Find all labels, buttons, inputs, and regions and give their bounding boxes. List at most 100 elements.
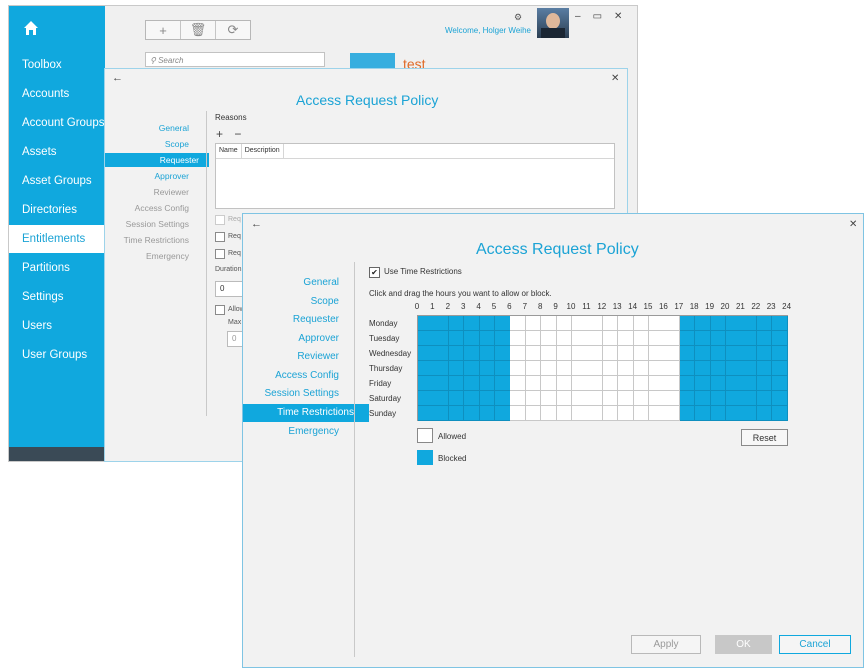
hour-cell-wednesday-8[interactable] [541, 346, 557, 361]
hour-cell-wednesday-2[interactable] [448, 346, 465, 361]
hour-cell-monday-16[interactable] [664, 316, 681, 331]
sidebar-item-general[interactable]: General [105, 121, 189, 135]
hour-cell-friday-2[interactable] [448, 376, 465, 391]
hour-cell-thursday-8[interactable] [541, 361, 557, 376]
hour-cell-friday-19[interactable] [710, 376, 727, 391]
hour-cell-saturday-10[interactable] [572, 391, 588, 406]
require-checkbox-3[interactable] [215, 249, 225, 259]
sidebar-item-requester[interactable]: Requester [243, 311, 339, 329]
sidebar-item-session-settings[interactable]: Session Settings [243, 385, 340, 403]
close-icon[interactable]: ✕ [611, 73, 619, 84]
nav-item-assets[interactable]: Assets [9, 138, 105, 166]
hour-cell-saturday-14[interactable] [633, 391, 650, 406]
avatar[interactable] [537, 8, 569, 38]
hour-cell-wednesday-19[interactable] [710, 346, 727, 361]
hour-cell-wednesday-18[interactable] [695, 346, 711, 361]
nav-item-toolbox[interactable]: Toolbox [9, 51, 105, 79]
hour-cell-saturday-13[interactable] [618, 391, 634, 406]
hour-cell-wednesday-13[interactable] [618, 346, 634, 361]
hour-cell-saturday-16[interactable] [664, 391, 681, 406]
nav-item-account-groups[interactable]: Account Groups [9, 109, 105, 137]
close-icon[interactable]: ✕ [614, 11, 622, 22]
hour-cell-saturday-11[interactable] [587, 391, 604, 406]
hour-cell-friday-22[interactable] [756, 376, 773, 391]
hour-cell-monday-1[interactable] [433, 316, 450, 331]
nav-item-settings[interactable]: Settings [9, 283, 105, 311]
hour-cell-tuesday-3[interactable] [464, 331, 480, 346]
hour-cell-saturday-9[interactable] [556, 391, 573, 406]
delete-button[interactable]: 🗑 [181, 21, 216, 39]
hour-cell-thursday-2[interactable] [448, 361, 465, 376]
duration-input[interactable]: 0 [215, 281, 245, 297]
sidebar-item-scope[interactable]: Scope [105, 137, 189, 151]
hour-cell-wednesday-3[interactable] [464, 346, 480, 361]
hour-cell-friday-20[interactable] [726, 376, 742, 391]
hour-cell-friday-18[interactable] [695, 376, 711, 391]
sidebar-item-session-settings[interactable]: Session Settings [105, 217, 189, 231]
hour-cell-saturday-18[interactable] [695, 391, 711, 406]
hour-cell-thursday-12[interactable] [602, 361, 619, 376]
hour-cell-monday-8[interactable] [541, 316, 557, 331]
hour-cell-friday-10[interactable] [572, 376, 588, 391]
hour-cell-monday-0[interactable] [418, 316, 434, 331]
hour-cell-friday-11[interactable] [587, 376, 604, 391]
hour-cell-wednesday-14[interactable] [633, 346, 650, 361]
hour-cell-thursday-10[interactable] [572, 361, 588, 376]
hour-cell-monday-20[interactable] [726, 316, 742, 331]
nav-item-accounts[interactable]: Accounts [9, 80, 105, 108]
hour-cell-wednesday-17[interactable] [679, 346, 696, 361]
allow-checkbox[interactable] [215, 305, 225, 315]
hour-cell-friday-6[interactable] [510, 376, 527, 391]
hour-cell-saturday-0[interactable] [418, 391, 434, 406]
hour-cell-friday-0[interactable] [418, 376, 434, 391]
hour-cell-sunday-3[interactable] [464, 406, 480, 421]
hour-cell-wednesday-21[interactable] [741, 346, 758, 361]
hour-cell-wednesday-15[interactable] [649, 346, 665, 361]
hour-cell-saturday-2[interactable] [448, 391, 465, 406]
hour-cell-tuesday-11[interactable] [587, 331, 604, 346]
sidebar-item-access-config[interactable]: Access Config [243, 367, 339, 385]
hour-cell-sunday-23[interactable] [772, 406, 788, 421]
nav-item-entitlements[interactable]: Entitlements [9, 225, 105, 253]
sidebar-item-approver[interactable]: Approver [243, 330, 339, 348]
hour-cell-sunday-20[interactable] [726, 406, 742, 421]
hour-cell-thursday-20[interactable] [726, 361, 742, 376]
hour-cell-saturday-5[interactable] [495, 391, 511, 406]
hour-cell-wednesday-5[interactable] [495, 346, 511, 361]
hour-cell-wednesday-6[interactable] [510, 346, 527, 361]
hour-cell-friday-9[interactable] [556, 376, 573, 391]
hour-cell-wednesday-11[interactable] [587, 346, 604, 361]
hour-cell-sunday-18[interactable] [695, 406, 711, 421]
hour-cell-monday-4[interactable] [479, 316, 496, 331]
hour-cell-thursday-5[interactable] [495, 361, 511, 376]
use-time-restrictions-checkbox[interactable]: ✔ [369, 267, 380, 278]
hour-cell-monday-11[interactable] [587, 316, 604, 331]
hour-cell-tuesday-21[interactable] [741, 331, 758, 346]
hour-cell-thursday-19[interactable] [710, 361, 727, 376]
time-restriction-grid[interactable] [417, 315, 788, 421]
hour-cell-saturday-23[interactable] [772, 391, 788, 406]
hour-cell-saturday-4[interactable] [479, 391, 496, 406]
hour-cell-thursday-15[interactable] [649, 361, 665, 376]
column-header-description[interactable]: Description [242, 144, 284, 158]
hour-cell-thursday-9[interactable] [556, 361, 573, 376]
hour-cell-thursday-22[interactable] [756, 361, 773, 376]
hour-cell-wednesday-22[interactable] [756, 346, 773, 361]
hour-cell-saturday-1[interactable] [433, 391, 450, 406]
hour-cell-saturday-22[interactable] [756, 391, 773, 406]
hour-cell-friday-13[interactable] [618, 376, 634, 391]
hour-cell-sunday-22[interactable] [756, 406, 773, 421]
hour-cell-saturday-8[interactable] [541, 391, 557, 406]
hour-cell-saturday-7[interactable] [525, 391, 542, 406]
hour-cell-monday-23[interactable] [772, 316, 788, 331]
hour-cell-friday-7[interactable] [525, 376, 542, 391]
hour-cell-tuesday-20[interactable] [726, 331, 742, 346]
hour-cell-saturday-3[interactable] [464, 391, 480, 406]
hour-cell-tuesday-17[interactable] [679, 331, 696, 346]
hour-cell-tuesday-12[interactable] [602, 331, 619, 346]
sidebar-item-reviewer[interactable]: Reviewer [105, 185, 189, 199]
hour-cell-thursday-11[interactable] [587, 361, 604, 376]
hour-cell-tuesday-10[interactable] [572, 331, 588, 346]
hour-cell-thursday-23[interactable] [772, 361, 788, 376]
hour-cell-sunday-0[interactable] [418, 406, 434, 421]
